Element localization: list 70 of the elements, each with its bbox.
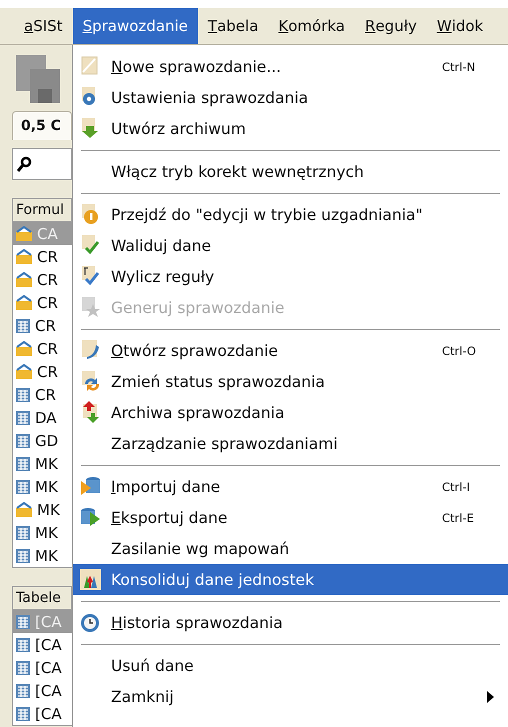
table-icon: [15, 548, 31, 564]
tree-item[interactable]: [CA: [13, 702, 72, 725]
menu-item[interactable]: Wylicz reguły: [73, 261, 508, 292]
menu-item[interactable]: Waliduj dane: [73, 230, 508, 261]
search-field[interactable]: [12, 148, 72, 180]
folder-icon: [15, 226, 33, 242]
table-icon: [15, 614, 31, 630]
tree-item[interactable]: CR: [13, 291, 72, 314]
table-icon: [15, 706, 31, 722]
tree-item[interactable]: MK: [13, 544, 72, 567]
submenu-arrow-icon: [487, 690, 494, 702]
folder-icon: [15, 364, 33, 380]
folder-icon: [15, 272, 33, 288]
table-icon: [15, 432, 31, 448]
menu-item[interactable]: Archiwa sprawozdania: [73, 397, 508, 428]
table-icon: [15, 386, 31, 402]
tree-item[interactable]: [CA: [13, 656, 72, 679]
folder-icon: [15, 294, 33, 310]
menu-item[interactable]: Importuj dane Ctrl-I: [73, 471, 508, 502]
menu-item[interactable]: Zarządzanie sprawozdaniami: [73, 428, 508, 459]
tree-item[interactable]: CR: [13, 245, 72, 268]
table-icon: [15, 660, 31, 676]
tree-item[interactable]: [CA: [13, 679, 72, 702]
menu-item[interactable]: Ustawienia sprawozdania: [73, 82, 508, 113]
tree-item[interactable]: CR: [13, 383, 72, 406]
tree-item[interactable]: DA: [13, 406, 72, 429]
column-header: Tabele: [12, 586, 72, 609]
menu-item[interactable]: Usuń dane: [73, 650, 508, 681]
folder-icon: [15, 340, 33, 356]
tree-item[interactable]: CR: [13, 337, 72, 360]
column-header: Formul: [12, 198, 72, 221]
menu-bar-item[interactable]: aSISt: [14, 8, 73, 44]
tree-item[interactable]: MK: [13, 498, 72, 521]
tree-item[interactable]: CR: [13, 314, 72, 337]
menu-bar-item[interactable]: Widok: [426, 8, 494, 44]
menu-item[interactable]: Zasilanie wg mapowań: [73, 533, 508, 564]
folder-icon: [15, 248, 33, 264]
folder-icon: [15, 502, 33, 518]
menu-item[interactable]: Zamknij: [73, 681, 508, 712]
menu-bar-item[interactable]: Tabela: [198, 8, 268, 44]
menu-item[interactable]: Otwórz sprawozdanie Ctrl-O: [73, 335, 508, 366]
menu-item[interactable]: Eksportuj dane Ctrl-E: [73, 502, 508, 533]
consolidate-icon: [79, 568, 103, 592]
table-icon: [15, 456, 31, 472]
tree-item[interactable]: CR: [13, 268, 72, 291]
menu-bar-item[interactable]: Komórka: [268, 8, 355, 44]
table-icon: [15, 524, 31, 540]
table-icon: [15, 410, 31, 426]
tree-item[interactable]: GD: [13, 429, 72, 452]
tree-item[interactable]: MK: [13, 521, 72, 544]
tree-item[interactable]: MK: [13, 452, 72, 475]
tree-item[interactable]: CR: [13, 360, 72, 383]
menu-bar-item[interactable]: Sprawozdanie: [72, 8, 198, 44]
tree-item[interactable]: MK: [13, 475, 72, 498]
tree-item[interactable]: [CA: [13, 633, 72, 656]
menu-item[interactable]: Utwórz archiwum: [73, 113, 508, 144]
forms-icon[interactable]: [14, 53, 62, 105]
menu-item[interactable]: Konsoliduj dane jednostek: [73, 564, 508, 595]
document-tab[interactable]: 0,5 C: [12, 111, 72, 140]
menu-item[interactable]: Zmień status sprawozdania: [73, 366, 508, 397]
menu-item[interactable]: Włącz tryb korekt wewnętrznych: [73, 156, 508, 187]
table-icon: [15, 318, 31, 334]
table-icon: [15, 636, 31, 652]
menu-item[interactable]: Przejdź do "edycji w trybie uzgadniania": [73, 199, 508, 230]
search-icon: [17, 156, 33, 172]
menu-item[interactable]: Nowe sprawozdanie... Ctrl-N: [73, 51, 508, 82]
menu-item[interactable]: Historia sprawozdania: [73, 607, 508, 638]
table-icon: [15, 478, 31, 494]
table-icon: [15, 682, 31, 698]
menu-bar-item[interactable]: Reguły: [355, 8, 427, 44]
